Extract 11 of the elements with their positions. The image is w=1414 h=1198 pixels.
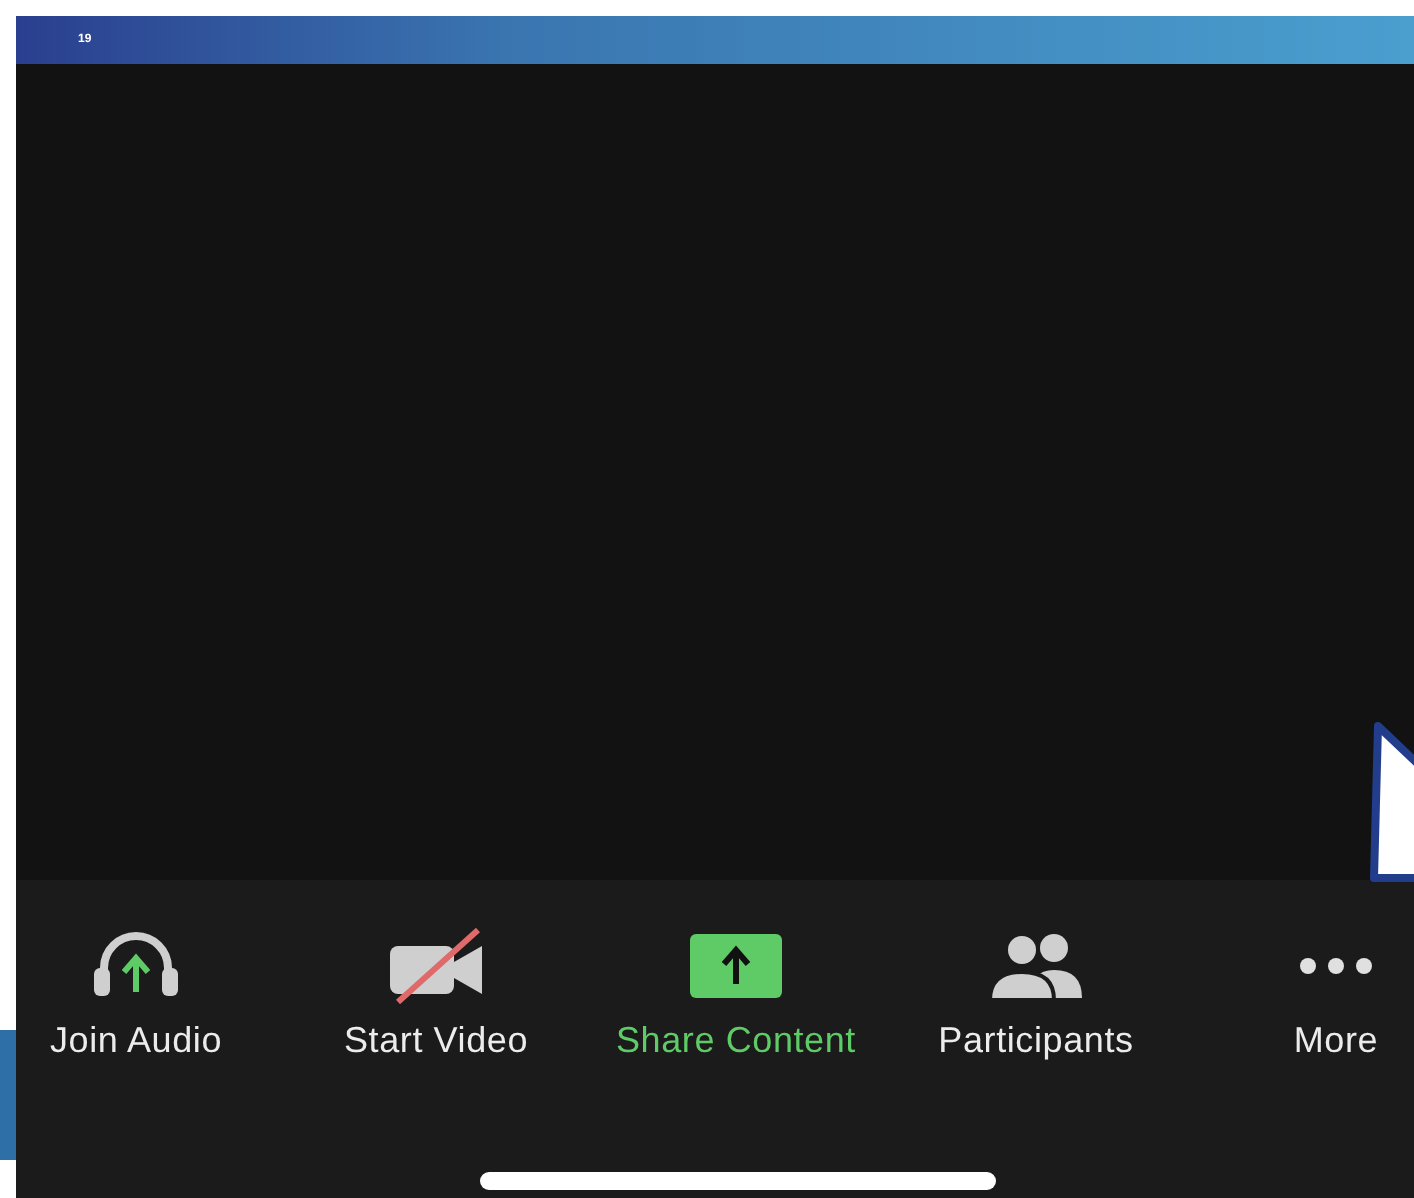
- audio-button[interactable]: Join Audio: [0, 928, 286, 1062]
- share-button[interactable]: Share Content: [586, 928, 886, 1062]
- headphones-icon: [88, 932, 184, 1000]
- more-button[interactable]: More: [1186, 928, 1414, 1062]
- participants-icon: [986, 930, 1086, 1002]
- video-button[interactable]: Start Video: [286, 928, 586, 1062]
- share-icon: [688, 932, 784, 1000]
- slide-edge: [0, 1030, 16, 1160]
- more-icon: [1296, 958, 1376, 974]
- camera-off-icon: [386, 928, 486, 1004]
- participants-button[interactable]: Participants: [886, 928, 1186, 1062]
